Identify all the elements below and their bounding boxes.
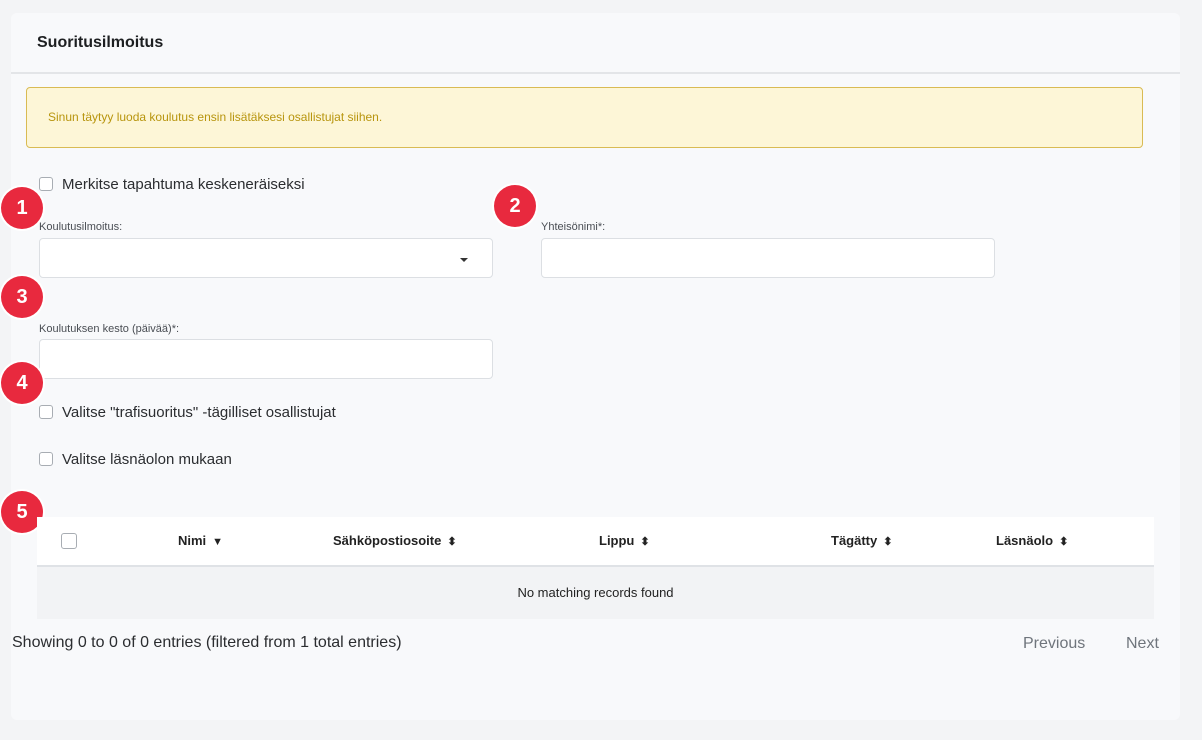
select-attendance-label: Valitse läsnäolon mukaan [62, 451, 232, 468]
sort-icon: ⬍ [883, 536, 893, 548]
duration-label: Koulutuksen kesto (päivää)*: [39, 323, 180, 335]
sort-icon: ⬍ [447, 536, 457, 548]
previous-button[interactable]: Previous [1023, 635, 1085, 653]
mark-incomplete-label: Merkitse tapahtuma keskeneräiseksi [62, 176, 305, 193]
annotation-badge-2: 2 [494, 185, 536, 227]
column-header-label: Tägätty [831, 533, 878, 548]
next-button[interactable]: Next [1126, 635, 1159, 653]
mark-incomplete-checkbox[interactable] [39, 177, 53, 191]
column-header-ticket[interactable]: Lippu ⬍ [599, 517, 650, 565]
community-name-label: Yhteisönimi*: [541, 221, 606, 233]
chevron-down-icon [460, 258, 468, 262]
warning-alert: Sinun täytyy luoda koulutus ensin lisätä… [26, 87, 1143, 148]
training-notice-select[interactable] [39, 238, 493, 278]
table-info: Showing 0 to 0 of 0 entries (filtered fr… [12, 634, 402, 651]
page-title: Suoritusilmoitus [37, 34, 164, 51]
annotation-badge-3: 3 [1, 276, 43, 318]
column-header-label: Läsnäolo [996, 533, 1054, 548]
column-header-email[interactable]: Sähköpostiosoite ⬍ [333, 517, 457, 565]
annotation-badge-1: 1 [1, 187, 43, 229]
column-header-name[interactable]: Nimi ▼ [178, 517, 223, 565]
training-notice-label: Koulutusilmoitus: [39, 221, 123, 233]
sort-icon: ⬍ [640, 536, 650, 548]
select-attendance-checkbox[interactable] [39, 452, 53, 466]
duration-input[interactable] [39, 339, 493, 379]
sort-down-icon: ▼ [212, 536, 224, 548]
select-trafi-checkbox[interactable] [39, 405, 53, 419]
column-header-label: Lippu [599, 533, 635, 548]
community-name-input[interactable] [541, 238, 995, 278]
select-trafi-label: Valitse "trafisuoritus" -tägilliset osal… [62, 404, 336, 421]
column-header-label: Sähköpostiosoite [333, 533, 442, 548]
sort-icon: ⬍ [1059, 536, 1069, 548]
card-header: Suoritusilmoitus [11, 13, 1180, 74]
annotation-badge-4: 4 [1, 362, 43, 404]
participants-table: Nimi ▼ Sähköpostiosoite ⬍ Lippu ⬍ Tägätty ⬍ … [37, 517, 1154, 619]
column-header-tagged[interactable]: Tägätty ⬍ [831, 517, 892, 565]
table-header: Nimi ▼ Sähköpostiosoite ⬍ Lippu ⬍ Tägätty ⬍ … [37, 517, 1154, 567]
column-header-label: Nimi [178, 533, 207, 548]
select-all-checkbox[interactable] [61, 533, 77, 549]
empty-table-row: No matching records found [37, 567, 1154, 619]
column-header-attendance[interactable]: Läsnäolo ⬍ [996, 517, 1068, 565]
